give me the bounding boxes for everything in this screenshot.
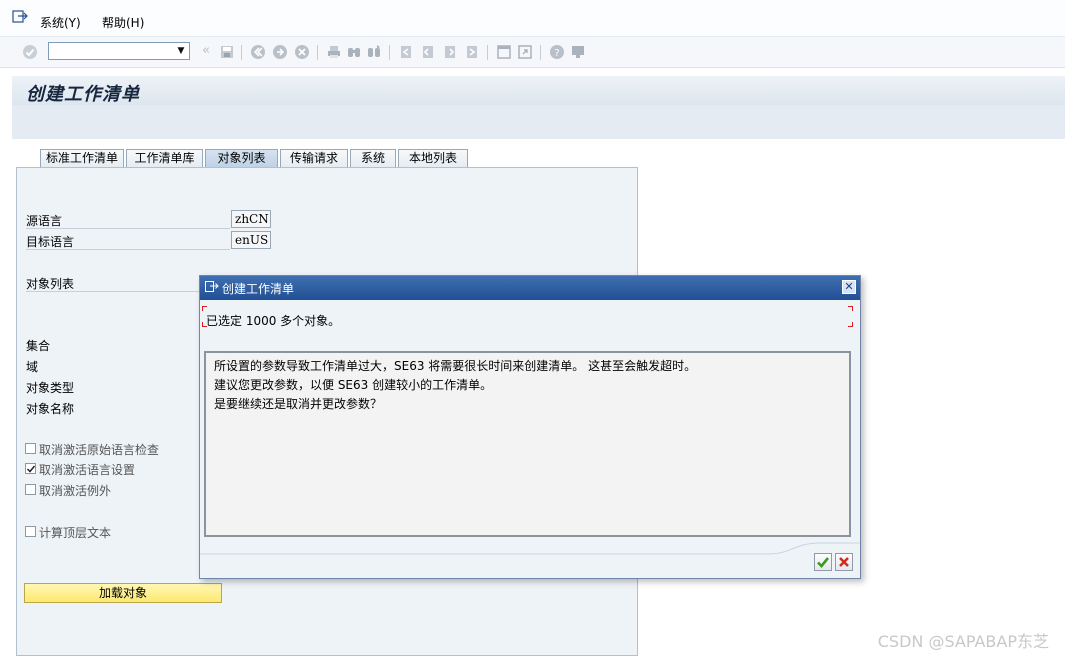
domain-label: 域 xyxy=(26,360,39,374)
target-language-field[interactable]: enUS xyxy=(231,231,271,249)
find-next-icon[interactable] xyxy=(366,44,382,60)
dialog-footer-separator xyxy=(200,542,860,555)
exit-icon[interactable] xyxy=(272,44,288,60)
label-underline xyxy=(26,249,230,250)
shortcut-icon[interactable] xyxy=(517,44,533,60)
close-icon[interactable]: ✕ xyxy=(842,280,856,294)
chevron-down-icon[interactable]: ▼ xyxy=(174,44,188,58)
collection-label: 集合 xyxy=(26,339,51,353)
toolbar-separator xyxy=(487,45,488,60)
exit-menu-icon[interactable] xyxy=(12,10,28,24)
dialog-text-area: 所设置的参数导致工作清单过大，SE63 将需要很长时间来创建清单。 这甚至会触发… xyxy=(204,351,851,537)
dialog-message: 已选定 1000 多个对象。 xyxy=(206,314,341,328)
create-session-icon[interactable] xyxy=(496,44,512,60)
title-band xyxy=(12,76,1065,105)
watermark: CSDN @SAPABAP东芝 xyxy=(877,632,1049,651)
source-language-field[interactable]: zhCN xyxy=(231,210,271,228)
tab-system[interactable]: 系统 xyxy=(350,149,396,167)
checkmark-icon xyxy=(817,557,830,568)
menu-help[interactable]: 帮助(H) xyxy=(102,14,144,31)
page-title: 创建工作清单 xyxy=(26,84,140,105)
tab-worklist-library[interactable]: 工作清单库 xyxy=(126,149,203,167)
next-page-icon[interactable] xyxy=(442,44,458,60)
focus-bracket xyxy=(848,322,853,327)
back-icon[interactable] xyxy=(250,44,266,60)
focus-bracket xyxy=(848,306,853,311)
dialog-titlebar: 创建工作清单 ✕ xyxy=(200,276,860,300)
command-field[interactable]: ▼ xyxy=(48,42,190,60)
dialog-text-line: 是要继续还是取消并更改参数？ xyxy=(214,397,383,411)
svg-text:?: ? xyxy=(554,48,559,59)
print-icon[interactable] xyxy=(326,44,342,60)
tab-object-list[interactable]: 对象列表 xyxy=(205,149,278,167)
label-underline xyxy=(26,291,200,292)
tab-transport-request[interactable]: 传输请求 xyxy=(280,149,348,167)
help-icon[interactable]: ? xyxy=(549,44,565,60)
load-objects-button[interactable]: 加载对象 xyxy=(24,583,222,603)
object-type-label: 对象类型 xyxy=(26,381,75,395)
checkmark-icon xyxy=(26,465,36,473)
first-page-icon[interactable] xyxy=(398,44,414,60)
checkbox-deactivate-source-lang-check[interactable] xyxy=(25,443,36,454)
label-underline xyxy=(26,228,230,229)
enter-icon[interactable] xyxy=(22,44,38,60)
checkbox-calculate-top-level-text[interactable] xyxy=(25,526,36,537)
tab-local-list[interactable]: 本地列表 xyxy=(398,149,468,167)
cancel-icon[interactable] xyxy=(294,44,310,60)
find-icon[interactable] xyxy=(346,44,362,60)
dialog-text-line: 建议您更改参数，以便 SE63 创建较小的工作清单。 xyxy=(214,378,493,392)
dialog-title: 创建工作清单 xyxy=(222,282,295,296)
previous-page-icon[interactable] xyxy=(420,44,436,60)
toolbar-separator xyxy=(540,45,541,60)
checkbox-deactivate-exceptions[interactable] xyxy=(25,484,36,495)
menu-bar: 系统(Y) 帮助(H) xyxy=(0,0,1065,37)
menu-system[interactable]: 系统(Y) xyxy=(40,14,81,31)
toolbar-separator xyxy=(317,45,318,60)
checkbox-label: 计算顶层文本 xyxy=(39,526,112,540)
standard-toolbar: ▼ « ? xyxy=(0,37,1065,68)
last-page-icon[interactable] xyxy=(464,44,480,60)
exit-menu-icon xyxy=(205,281,219,292)
cancel-button[interactable] xyxy=(835,553,853,571)
focus-bracket xyxy=(202,306,207,311)
dialog-text-line: 所设置的参数导致工作清单过大，SE63 将需要很长时间来创建清单。 这甚至会触发… xyxy=(214,359,697,373)
checkbox-label: 取消激活例外 xyxy=(39,484,112,498)
checkbox-deactivate-lang-settings[interactable] xyxy=(25,463,36,474)
object-name-label: 对象名称 xyxy=(26,402,75,416)
layout-menu-icon[interactable] xyxy=(570,44,586,60)
toolbar-separator xyxy=(389,45,390,60)
save-icon[interactable] xyxy=(219,44,235,60)
toolbar-separator xyxy=(241,45,242,60)
object-list-label: 对象列表 xyxy=(26,277,75,291)
tab-standard-worklist[interactable]: 标准工作清单 xyxy=(40,149,124,167)
confirmation-dialog: 创建工作清单 ✕ 已选定 1000 多个对象。 所设置的参数导致工作清单过大，S… xyxy=(199,275,861,579)
checkbox-label: 取消激活原始语言检查 xyxy=(39,443,160,457)
red-x-icon xyxy=(839,557,849,567)
confirm-button[interactable] xyxy=(814,553,832,571)
checkbox-label: 取消激活语言设置 xyxy=(39,463,136,477)
collapse-arrows-icon[interactable]: « xyxy=(202,43,210,58)
target-language-label: 目标语言 xyxy=(26,235,75,249)
source-language-label: 源语言 xyxy=(26,214,63,228)
